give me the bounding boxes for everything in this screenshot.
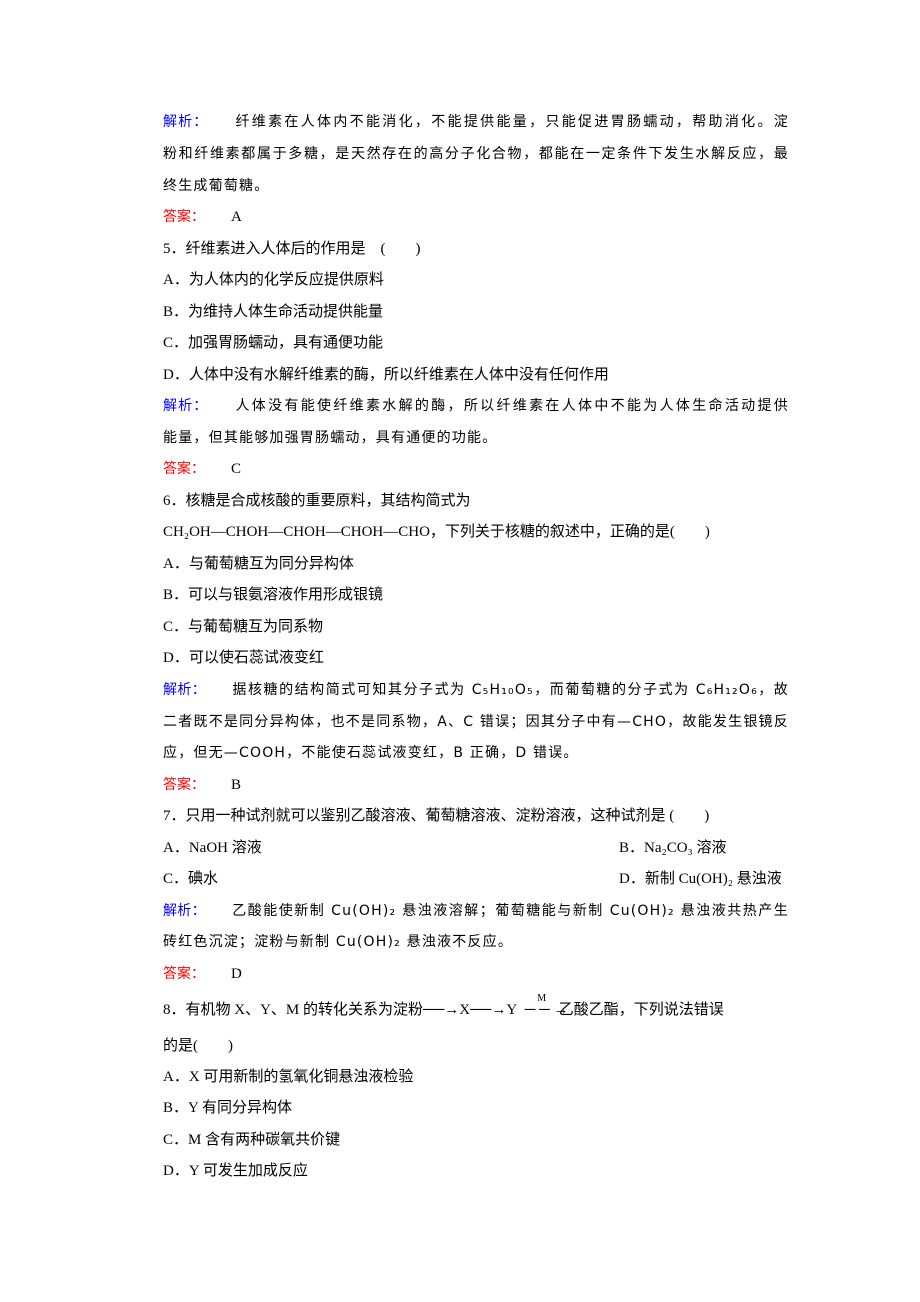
- question-5-option-a: A．为人体内的化学反应提供原料: [163, 272, 384, 288]
- document-page: 解析： 纤维素在人体内不能消化，不能提供能量，只能促进胃肠蠕动，帮助消化。淀 粉和…: [0, 0, 920, 1302]
- analysis-label: 解析：: [163, 398, 209, 414]
- question-6-option-b: B．可以与银氨溶液作用形成银镜: [163, 587, 384, 603]
- question-8-option-b: B．Y 有同分异构体: [163, 1100, 293, 1116]
- question-7-options-row: A．NaOH 溶液 B．Na₂CO₃ 溶液: [163, 838, 789, 858]
- analysis-line: 二者既不是同分异构体，也不是同系物，A、C 错误；因其分子中有—CHO，故能发生…: [163, 714, 789, 730]
- question-7-option-d: D．新制 Cu(OH)₂ 悬浊液: [619, 871, 782, 887]
- question-5-option-d: D．人体中没有水解纤维素的酶，所以纤维素在人体中没有任何作用: [163, 367, 609, 383]
- question-8-stem: 的是( ): [163, 1038, 233, 1054]
- reaction-arrow-with-reagent: M ─ ─ →: [525, 993, 569, 1020]
- answer-label: 答案：: [163, 461, 205, 477]
- question-8-stem: 8．有机物 X、Y、M 的转化关系为淀粉──→X──→Y M ─ ─ →乙酸乙酯，…: [163, 993, 789, 1020]
- analysis-line: 解析： 纤维素在人体内不能消化，不能提供能量，只能促进胃肠蠕动，帮助消化。淀: [163, 114, 789, 130]
- question-6-option-a: A．与葡萄糖互为同分异构体: [163, 556, 354, 572]
- question-6-option-c: C．与葡萄糖互为同系物: [163, 619, 324, 635]
- answer-value: C: [231, 461, 242, 477]
- question-6-stem: CH₂OH—CHOH—CHOH—CHOH—CHO，下列关于核糖的叙述中，正确的是…: [163, 524, 710, 540]
- question-5-option-b: B．为维持人体生命活动提供能量: [163, 304, 384, 320]
- question-7-option-b: B．Na₂CO₃ 溶液: [619, 840, 727, 856]
- question-8-option-d: D．Y 可发生加成反应: [163, 1163, 308, 1179]
- analysis-line: 解析： 据核糖的结构简式可知其分子式为 C₅H₁₀O₅，而葡萄糖的分子式为 C₆H…: [163, 682, 790, 698]
- analysis-label: 解析：: [163, 682, 207, 698]
- answer-line: 答案： C: [163, 459, 789, 479]
- question-8-option-a: A．X 可用新制的氢氧化铜悬浊液检验: [163, 1069, 414, 1085]
- answer-value: A: [231, 209, 242, 225]
- reagent-label: M: [537, 993, 547, 1004]
- question-7-option-c: C．碘水: [163, 871, 219, 887]
- analysis-line: 应，但无—COOH，不能使石蕊试液变红，B 正确，D 错误。: [163, 745, 579, 761]
- analysis-line: 粉和纤维素都属于多糖，是天然存在的高分子化合物，都能在一定条件下发生水解反应，最: [163, 146, 789, 162]
- question-5-stem: 5．纤维素进入人体后的作用是 ( ): [163, 241, 421, 257]
- answer-label: 答案：: [163, 777, 205, 793]
- answer-line: 答案： A: [163, 207, 789, 227]
- analysis-line: 能量，但其能够加强胃肠蠕动，具有通便的功能。: [163, 430, 498, 446]
- analysis-label: 解析：: [163, 903, 206, 919]
- analysis-line: 砖红色沉淀；淀粉与新制 Cu(OH)₂ 悬浊液不反应。: [163, 934, 514, 950]
- analysis-line: 解析： 人体没有能使纤维素水解的酶，所以纤维素在人体中不能为人体生命活动提供: [163, 398, 789, 414]
- question-8-option-c: C．M 含有两种碳氧共价键: [163, 1132, 341, 1148]
- answer-label: 答案：: [163, 209, 205, 225]
- question-5-option-c: C．加强胃肠蠕动，具有通便功能: [163, 335, 384, 351]
- answer-label: 答案：: [163, 966, 205, 982]
- question-6-option-d: D．可以使石蕊试液变红: [163, 650, 324, 666]
- answer-value: B: [231, 777, 242, 793]
- answer-line: 答案： B: [163, 775, 789, 795]
- reaction-arrow: ──→: [423, 1002, 460, 1018]
- answer-value: D: [231, 966, 242, 982]
- question-6-stem: 6．核糖是合成核酸的重要原料，其结构简式为: [163, 493, 471, 509]
- question-7-options-row: C．碘水 D．新制 Cu(OH)₂ 悬浊液: [163, 869, 789, 889]
- answer-line: 答案： D: [163, 964, 789, 984]
- question-7-option-a: A．NaOH 溶液: [163, 840, 262, 856]
- analysis-line: 终生成葡萄糖。: [163, 178, 270, 194]
- analysis-label: 解析：: [163, 114, 209, 130]
- reaction-arrow: ──→: [470, 1002, 507, 1018]
- question-7-stem: 7．只用一种试剂就可以鉴别乙酸溶液、葡萄糖溶液、淀粉溶液，这种试剂是 ( ): [163, 808, 710, 824]
- analysis-line: 解析： 乙酸能使新制 Cu(OH)₂ 悬浊液溶解；葡萄糖能与新制 Cu(OH)₂ …: [163, 903, 790, 919]
